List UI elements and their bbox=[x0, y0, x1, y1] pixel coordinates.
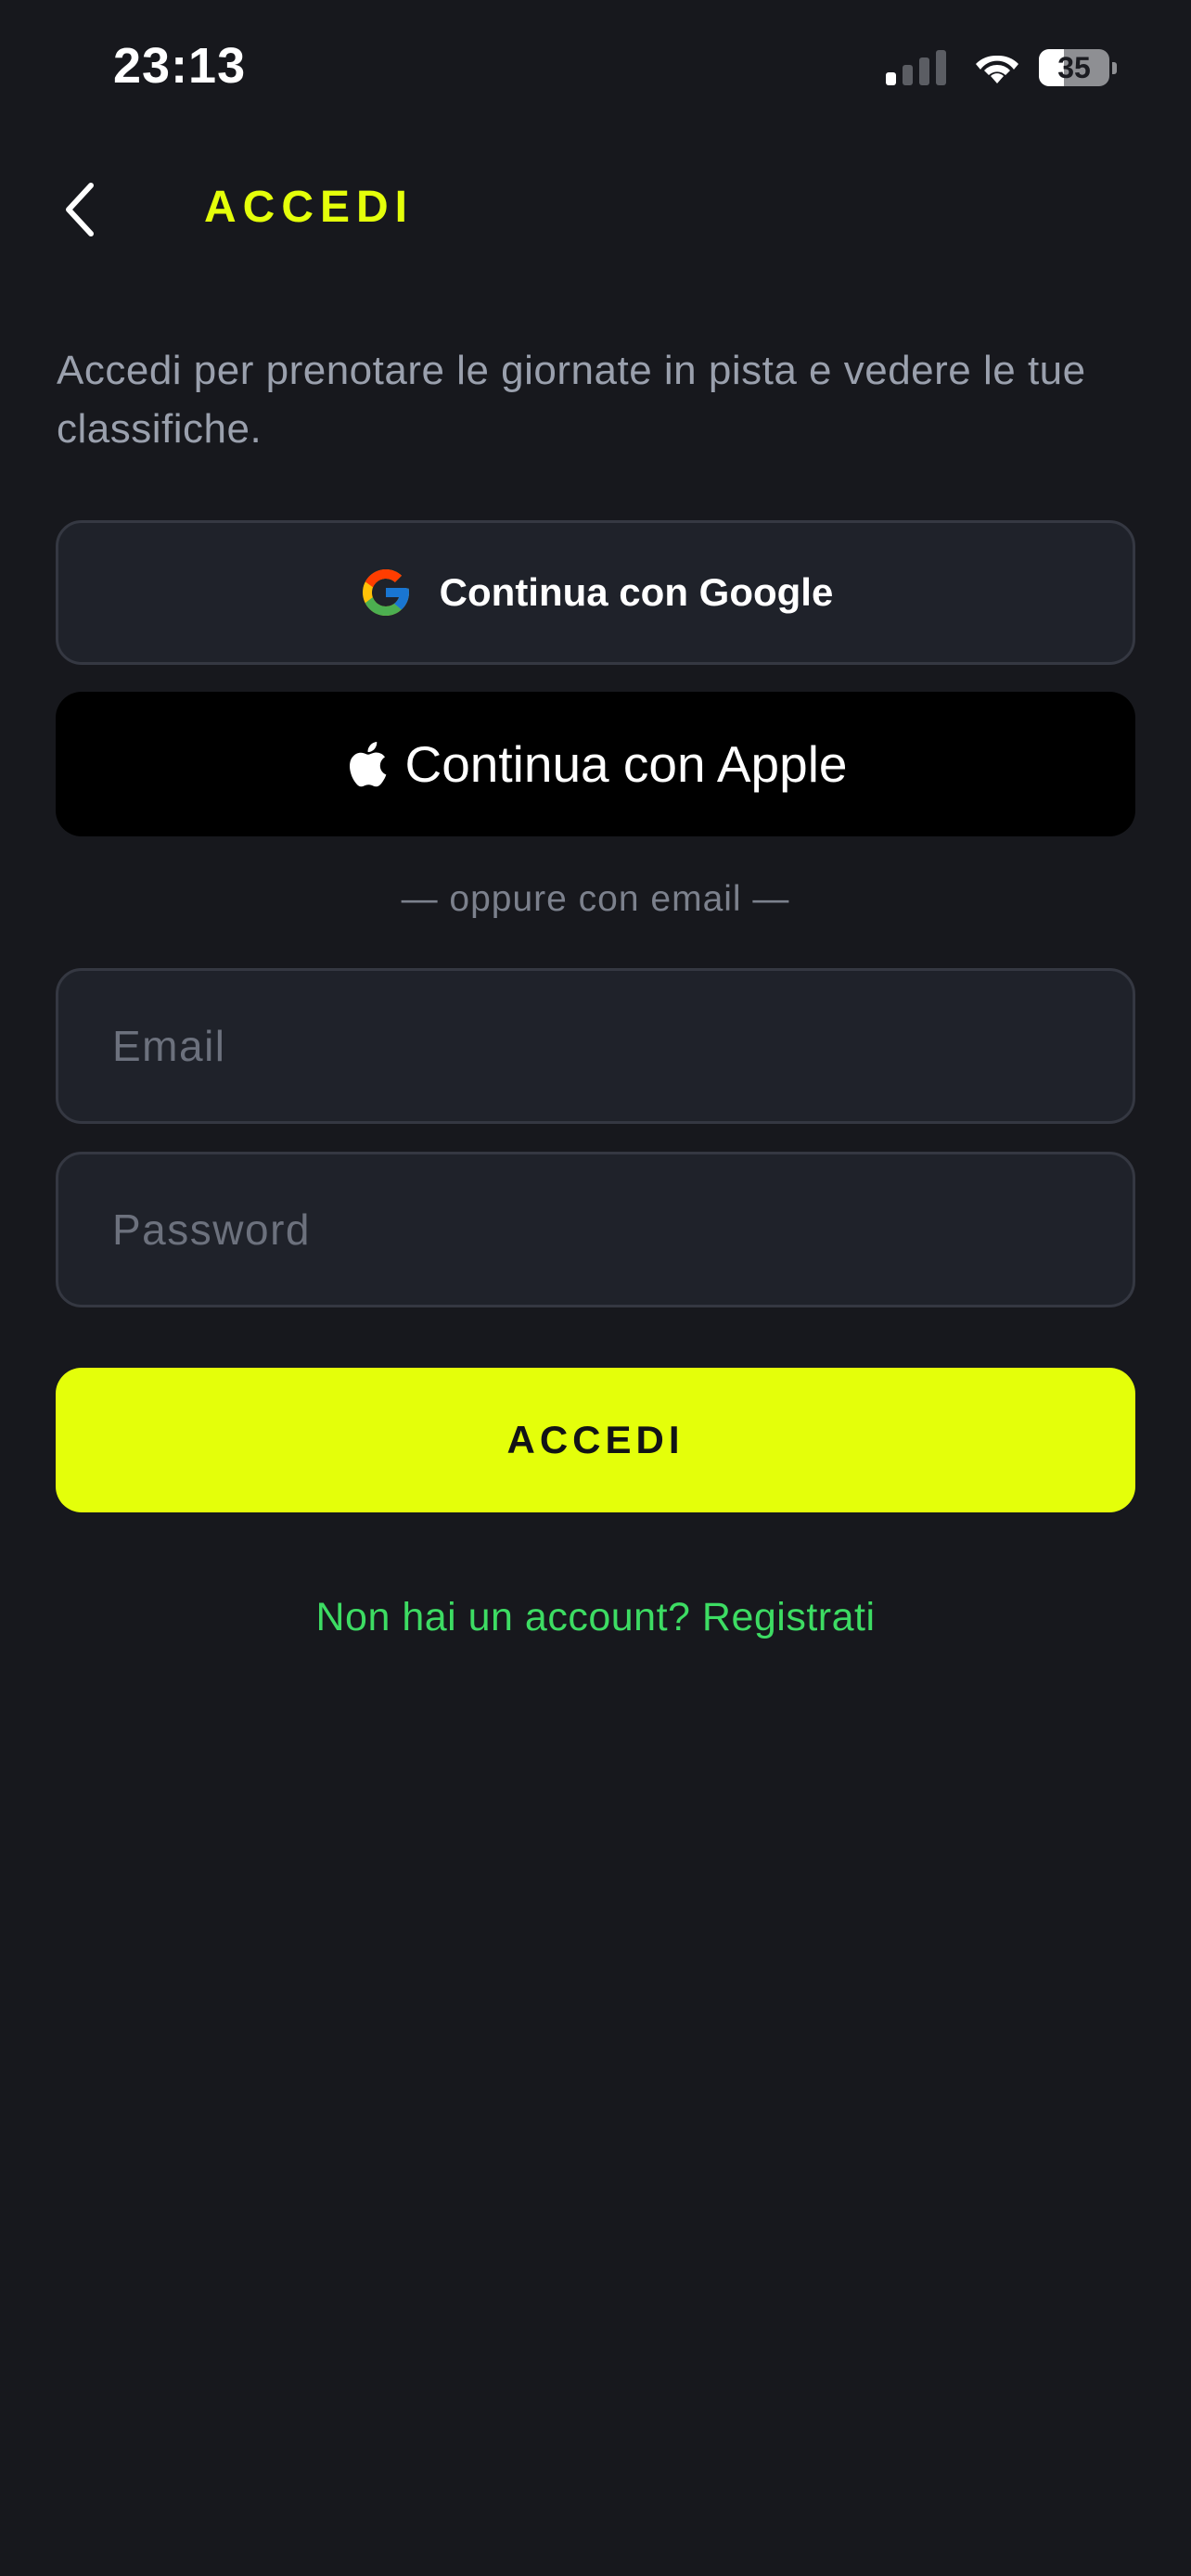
apple-logo-icon bbox=[350, 742, 387, 787]
login-submit-button[interactable]: ACCEDI bbox=[56, 1368, 1135, 1512]
email-field-container bbox=[56, 968, 1135, 1124]
subtitle: Accedi per prenotare le giornate in pist… bbox=[57, 348, 1086, 452]
register-link[interactable]: Non hai un account? Registrati bbox=[0, 1595, 1191, 1640]
apple-login-button[interactable]: Continua con Apple bbox=[56, 692, 1135, 836]
battery-icon: 35 bbox=[1039, 49, 1109, 86]
status-icons: 35 bbox=[886, 46, 1117, 89]
status-time: 23:13 bbox=[113, 38, 247, 94]
email-divider: — oppure con email — bbox=[401, 879, 790, 919]
cellular-signal-icon bbox=[886, 50, 946, 85]
wifi-icon bbox=[976, 55, 1018, 83]
submit-button-label: ACCEDI bbox=[506, 1418, 685, 1461]
login-screen: 23:13 35 ACCEDI Accedi per prenotare le … bbox=[0, 0, 1191, 2576]
password-field-container bbox=[56, 1152, 1135, 1307]
battery-level: 35 bbox=[1057, 50, 1091, 84]
apple-button-label: Continua con Apple bbox=[404, 735, 848, 793]
page-title: ACCEDI bbox=[204, 183, 415, 232]
password-field[interactable] bbox=[58, 1154, 1133, 1305]
chevron-left-icon bbox=[66, 183, 94, 236]
google-logo-icon bbox=[362, 569, 409, 616]
google-login-button[interactable]: Continua con Google bbox=[56, 520, 1135, 665]
email-field[interactable] bbox=[58, 971, 1133, 1121]
back-button[interactable] bbox=[52, 174, 108, 245]
status-bar: 23:13 35 bbox=[0, 0, 1191, 139]
google-button-label: Continua con Google bbox=[439, 570, 834, 614]
